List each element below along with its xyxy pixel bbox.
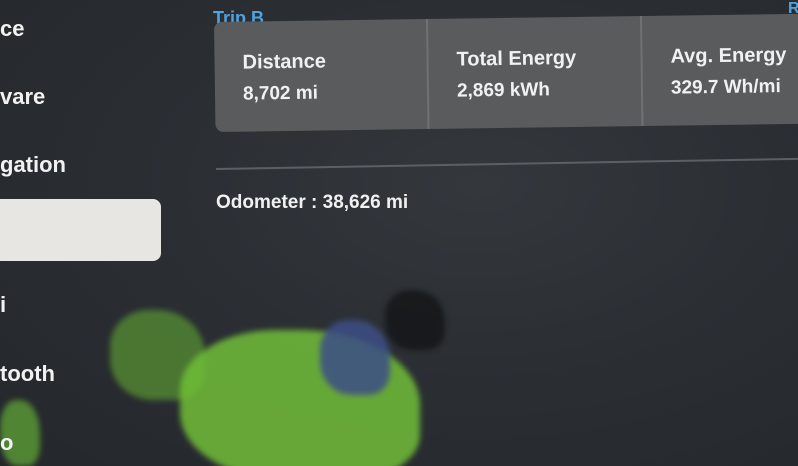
stat-value: 8,702 mi [242, 82, 319, 105]
sidebar-item-audio[interactable]: o [0, 430, 13, 456]
stat-value: 2,869 kWh [456, 79, 551, 102]
odometer-readout: Odometer : 38,626 mi [216, 192, 409, 213]
stat-avg-energy: Avg. Energy 329.7 Wh/mi [642, 14, 798, 126]
sidebar-item-service[interactable]: ce [0, 16, 24, 42]
sidebar-item-bluetooth[interactable]: tooth [0, 361, 55, 387]
stat-value: 329.7 Wh/mi [670, 76, 781, 99]
sidebar-item-wifi[interactable]: i [0, 292, 6, 318]
sidebar-item-navigation[interactable]: gation [0, 152, 66, 178]
stat-total-energy: Total Energy 2,869 kWh [427, 16, 644, 130]
sidebar-item-trips-selected[interactable] [0, 199, 161, 261]
reflection [320, 320, 390, 395]
settings-sidebar: ce vare gation i tooth o [0, 0, 175, 466]
section-divider [216, 157, 798, 170]
stat-label: Total Energy [456, 46, 577, 71]
stat-label: Avg. Energy [670, 44, 787, 68]
stat-label: Distance [242, 50, 327, 74]
stat-distance: Distance 8,702 mi [214, 19, 430, 132]
sidebar-item-software[interactable]: vare [0, 84, 45, 110]
vehicle-screen: ce vare gation i tooth o Trip B R Distan… [0, 0, 798, 466]
reflection [385, 290, 445, 350]
trip-stats-card: Distance 8,702 mi Total Energy 2,869 kWh… [214, 13, 798, 132]
